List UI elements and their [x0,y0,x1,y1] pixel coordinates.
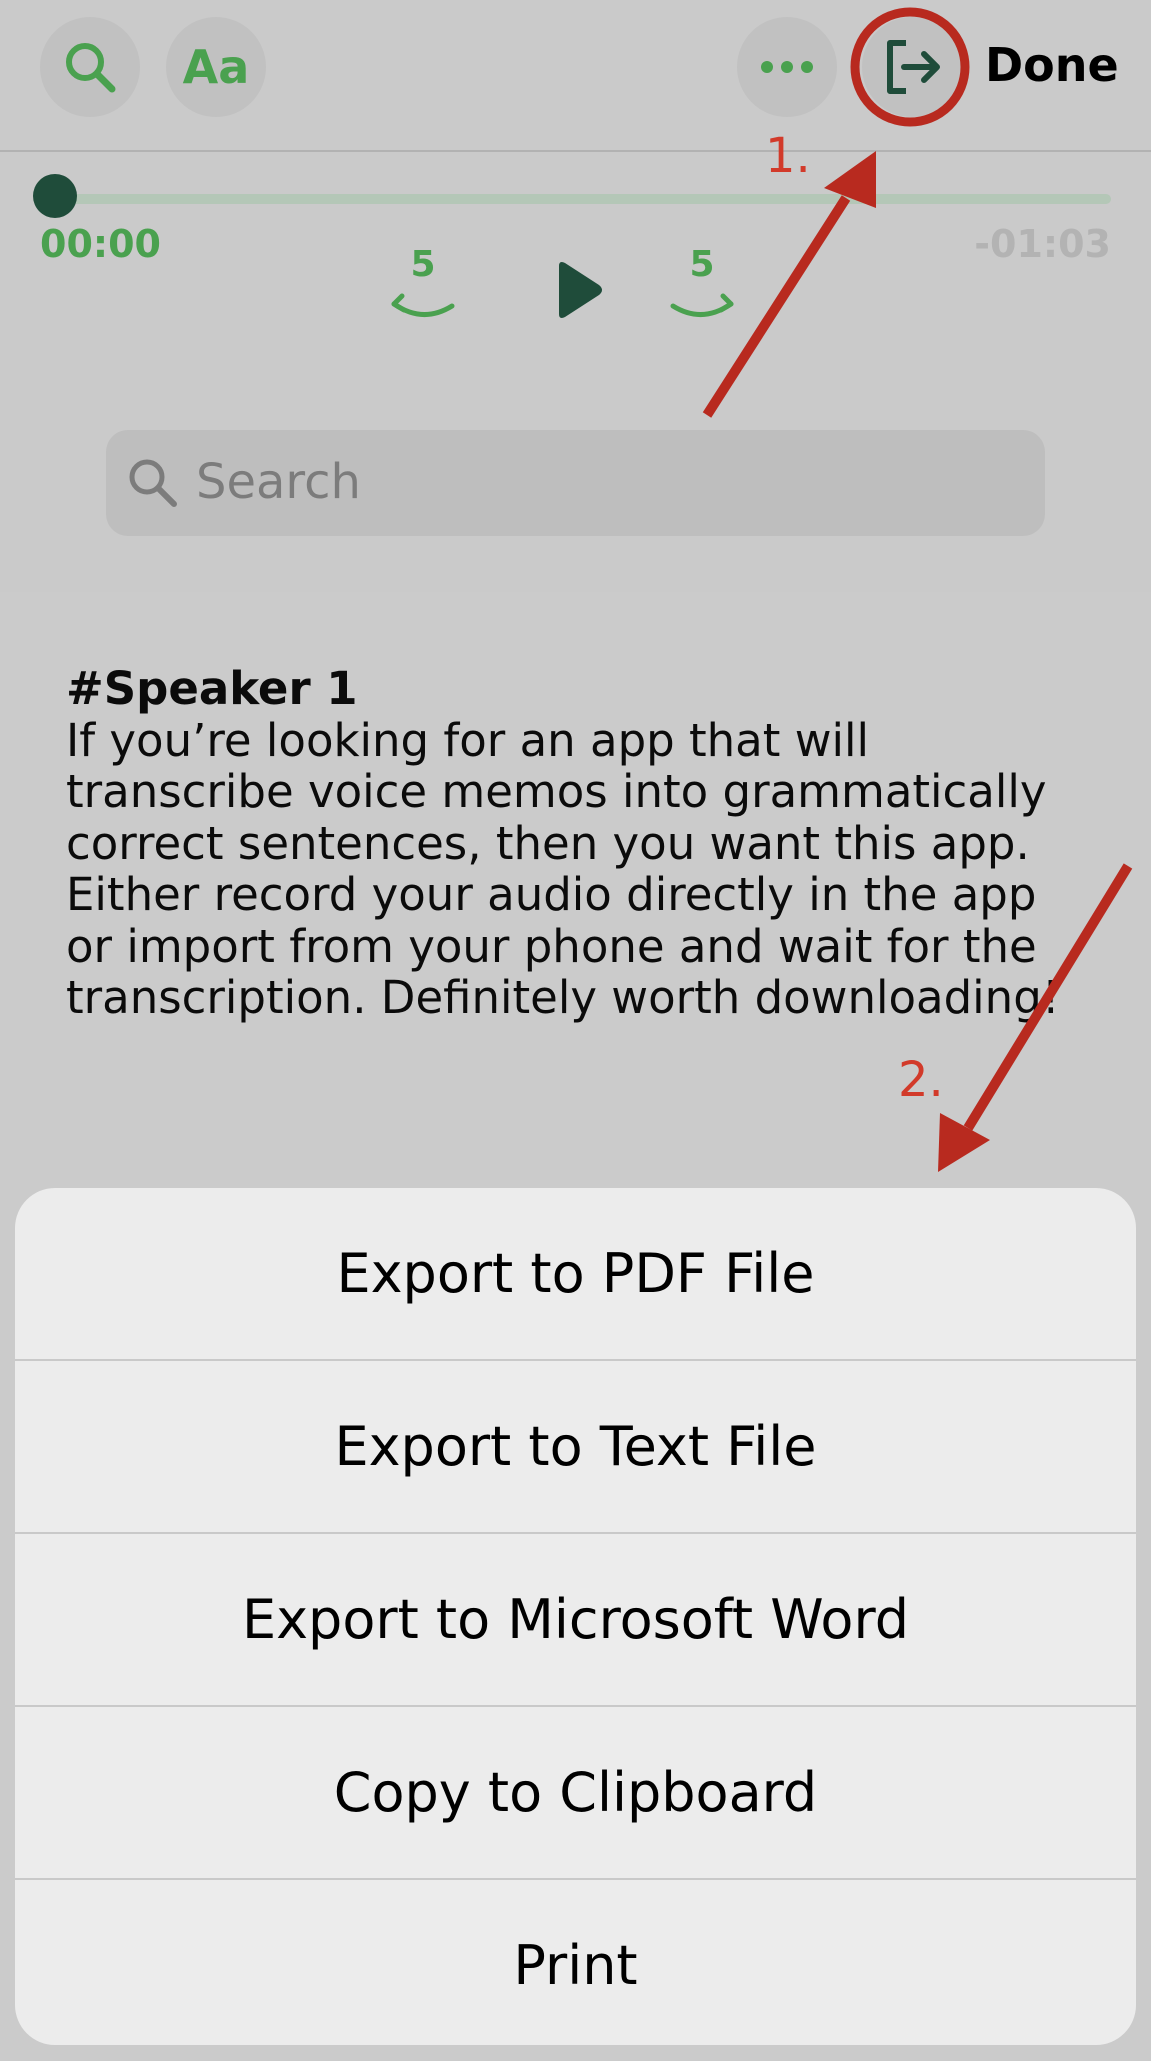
step-1-label: 1. [765,128,811,184]
search-icon [66,43,116,93]
transcript-body: #Speaker 1 If you’re looking for an app … [66,663,1076,1024]
skip-forward-button[interactable]: 5 [657,244,747,334]
speaker-label: #Speaker 1 [66,662,358,715]
search-button[interactable] [40,17,140,117]
play-icon[interactable] [555,260,605,320]
export-text-option[interactable]: Export to Text File [15,1361,1136,1534]
skip-back-button[interactable]: 5 [378,244,468,334]
progress-track[interactable] [55,194,1111,204]
export-action-sheet: Export to PDF File Export to Text File E… [15,1188,1136,2045]
more-dots-icon [761,61,813,73]
remaining-time: -01:03 [974,222,1111,266]
skip-back-icon [391,293,455,317]
export-arrow-icon [887,40,940,94]
skip-forward-icon [670,293,734,317]
text-size-label: Aa [182,40,250,94]
copy-clipboard-option[interactable]: Copy to Clipboard [15,1707,1136,1880]
export-button[interactable] [862,17,962,117]
export-pdf-option[interactable]: Export to PDF File [15,1188,1136,1361]
elapsed-time: 00:00 [40,222,161,266]
top-toolbar: Aa Done [0,0,1151,152]
export-word-option[interactable]: Export to Microsoft Word [15,1534,1136,1707]
step-2-label: 2. [898,1052,944,1108]
arrow-2-head [938,1113,990,1172]
audio-player: 00:00 -01:03 5 5 Search [0,152,1151,592]
print-option[interactable]: Print [15,1880,1136,2045]
search-placeholder: Search [196,454,361,510]
done-button[interactable]: Done [985,38,1119,92]
progress-thumb[interactable] [33,174,77,218]
transcript-search-field[interactable]: Search [106,430,1045,536]
more-options-button[interactable] [737,17,837,117]
text-size-button[interactable]: Aa [166,17,266,117]
search-field-icon [129,459,177,507]
transcript-text: If you’re looking for an app that will t… [66,713,1060,1024]
